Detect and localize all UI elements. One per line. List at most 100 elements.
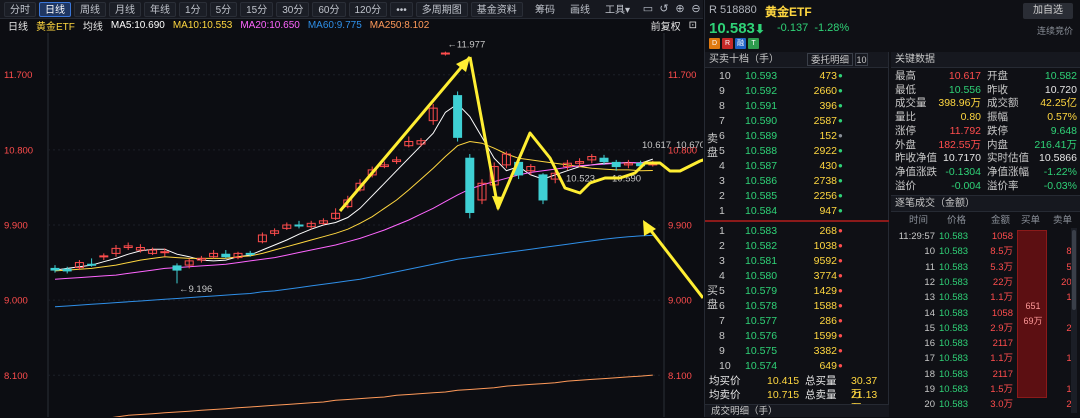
drawn-arrow-ma60 (643, 222, 703, 299)
ask-row[interactable]: 8 10.591 396 ● (705, 99, 889, 114)
bid-row[interactable]: 7 10.577 286 ● (705, 314, 889, 329)
multi-cycle-button[interactable]: 多周期图 (415, 1, 468, 17)
security-name: 黄金ETF (765, 5, 812, 19)
candle (453, 91, 463, 142)
tab-60min[interactable]: 60分 (312, 1, 346, 17)
bid-row[interactable]: 6 10.578 1588 ● (705, 299, 889, 314)
key-data-row: 净值涨跌 -0.1304 净值涨幅 -1.22% (891, 166, 1080, 180)
trade-cell: 13 (924, 292, 935, 304)
badge-margin: 融 (735, 38, 746, 49)
tick-trades-title[interactable]: 逐笔成交（金额） (891, 196, 1080, 212)
ask-row[interactable]: 5 10.588 2922 ● (705, 144, 889, 159)
trade-row[interactable]: 1510.5832.9万27 (891, 321, 1080, 337)
undo-icon[interactable]: ↺ (657, 2, 671, 16)
tab-120min[interactable]: 120分 (348, 1, 388, 17)
candle (440, 51, 450, 56)
bid-row[interactable]: 3 10.581 9592 ● (705, 254, 889, 269)
draw-line-button[interactable]: 画线 (564, 2, 596, 17)
tab-5min[interactable]: 5分 (209, 1, 238, 17)
bid-row[interactable]: 1 10.583 268 ● (705, 224, 889, 239)
trade-cell: 19 (924, 384, 935, 395)
avg-buy-row: 均买价 10.415 总买量 30.37万 (709, 375, 887, 400)
trade-row[interactable]: 1610.58321172 (891, 336, 1080, 352)
window-restore-icon[interactable]: ▭ (641, 2, 655, 16)
trade-row[interactable]: 1310.5831.1万10 (891, 290, 1080, 306)
trade-row[interactable]: 12 10.583 22万 204 (891, 275, 1080, 291)
candle-body (50, 267, 60, 271)
ask-row[interactable]: 4 10.587 430 ● (705, 159, 889, 174)
levels-button[interactable]: 10 (855, 53, 868, 66)
fund-info-button[interactable]: 基金资料 (470, 1, 523, 17)
ask-row[interactable]: 3 10.586 2738 ● (705, 174, 889, 189)
ask-row-volume: 2922 (813, 145, 837, 157)
last-label-b: 10.670 (676, 140, 703, 151)
bid-row-price: 10.582 (745, 240, 778, 252)
change-pct: -1.28% (814, 22, 850, 34)
ma-label[interactable]: 均线 (83, 18, 103, 33)
tab-15min[interactable]: 15分 (240, 1, 274, 17)
bid-row-volume: 268 (819, 225, 837, 237)
trade-row[interactable]: 1710.5831.1万10 (891, 351, 1080, 367)
candle-body (160, 251, 170, 254)
total-buy-label: 总买量 (805, 375, 837, 387)
bid-row[interactable]: 5 10.579 1429 ● (705, 284, 889, 299)
trade-row[interactable]: 1010.5838.5万80 (891, 244, 1080, 260)
bid-row[interactable]: 2 10.582 1038 ● (705, 239, 889, 254)
lock-icon[interactable]: ⊡ (689, 20, 697, 31)
ask-row-price: 10.587 (745, 160, 778, 172)
trade-cell: 5.3万 (990, 261, 1013, 273)
add-watchlist-button[interactable]: 加自选 (1023, 3, 1073, 19)
adjust-label[interactable]: 前复权 (651, 18, 681, 33)
dot-icon: ● (838, 271, 843, 280)
candle-body (294, 224, 304, 227)
bid-row[interactable]: 8 10.576 1599 ● (705, 329, 889, 344)
bid-row-price: 10.581 (745, 255, 778, 267)
trades-scrollbar[interactable] (1071, 228, 1077, 413)
bid-row-level: 8 (719, 330, 725, 342)
trade-cell: 10.583 (939, 246, 969, 258)
key-data-value: 10.5866 (1039, 152, 1077, 165)
ask-row[interactable]: 10 10.593 473 ● (705, 69, 889, 84)
tab-1min[interactable]: 1分 (179, 1, 207, 17)
zoom-in-icon[interactable]: ⊕ (673, 2, 687, 16)
bid-row[interactable]: 9 10.575 3382 ● (705, 344, 889, 359)
zoom-out-icon[interactable]: ⊖ (689, 2, 703, 16)
trade-row[interactable]: 1410.58310581 (891, 306, 1080, 322)
tab-weekly[interactable]: 周线 (74, 1, 106, 17)
chips-button[interactable]: 筹码 (529, 2, 561, 17)
key-data-value: 11.792 (949, 124, 981, 137)
bid-row[interactable]: 10 10.574 649 ● (705, 359, 889, 374)
last-price: 10.583⬇ (709, 20, 765, 37)
trade-row[interactable]: 1110.5835.3万50 (891, 260, 1080, 276)
trade-row[interactable]: 11:29:5710.58310581 (891, 229, 1080, 245)
kline-chart[interactable]: 11.700 11.70010.800 10.8009.900 9.9009.000 9… (0, 33, 703, 417)
trade-row[interactable]: 1810.58321172 (891, 367, 1080, 383)
ask-row[interactable]: 7 10.590 2587 ● (705, 114, 889, 129)
candle-body (172, 265, 182, 271)
key-data-label: 最高 (895, 70, 916, 82)
security-name-label: 黄金ETF (36, 22, 75, 33)
commission-detail-button[interactable]: 委托明细 (807, 53, 854, 66)
tab-daily[interactable]: 日线 (39, 1, 71, 17)
trade-row[interactable]: 2010.5833.0万28 (891, 397, 1080, 413)
key-data-value: 10.556 (948, 83, 981, 96)
tab-yearly[interactable]: 年线 (144, 1, 176, 17)
tab-30min[interactable]: 30分 (276, 1, 310, 17)
ask-row[interactable]: 1 10.584 947 ● (705, 204, 889, 219)
bid-row[interactable]: 4 10.580 3774 ● (705, 269, 889, 284)
dot-icon: ● (838, 206, 843, 215)
trade-row[interactable]: 1910.5831.5万14 (891, 382, 1080, 398)
trade-detail-tab[interactable]: 成交明细（手） (705, 404, 889, 417)
scrollbar-thumb[interactable] (1072, 230, 1076, 310)
ask-row[interactable]: 2 10.585 2256 ● (705, 189, 889, 204)
ask-row-volume: 473 (819, 70, 837, 82)
tab-monthly[interactable]: 月线 (109, 1, 141, 17)
tab-intraday[interactable]: 分时 (4, 1, 36, 17)
more-button[interactable]: ••• (390, 1, 413, 17)
user-drawn-lines[interactable] (338, 56, 703, 299)
dot-icon: ● (838, 161, 843, 170)
ask-row[interactable]: 6 10.589 152 ● (705, 129, 889, 144)
tools-button[interactable]: 工具▾ (599, 2, 636, 17)
key-data-label: 开盘 (987, 70, 1008, 82)
ask-row[interactable]: 9 10.592 2660 ● (705, 84, 889, 99)
